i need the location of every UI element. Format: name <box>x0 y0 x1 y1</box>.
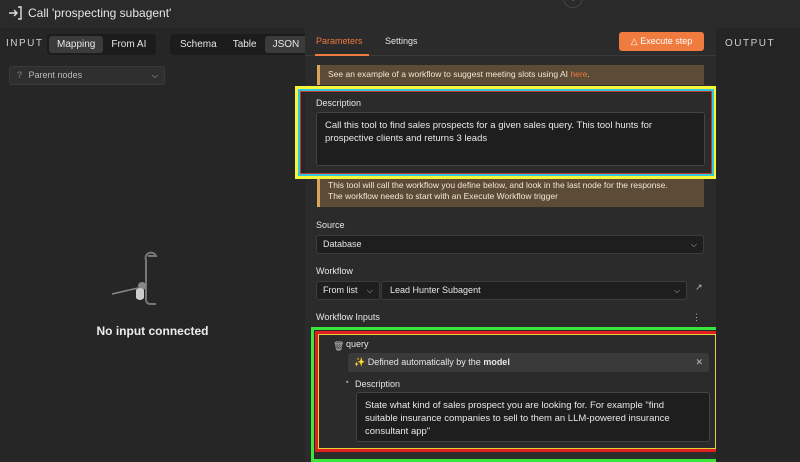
workflow-inputs-label: Workflow Inputs <box>316 312 380 322</box>
output-panel: OUTPUT <box>716 28 800 462</box>
empty-state-text: No input connected <box>96 324 209 338</box>
info-note-line-2: The workflow needs to start with an Exec… <box>328 191 558 201</box>
output-panel-label: OUTPUT <box>725 38 776 49</box>
parent-nodes-label: Parent nodes <box>28 70 83 80</box>
exit-icon[interactable] <box>7 5 23 21</box>
tip-text: See an example of a workflow to suggest … <box>328 69 571 79</box>
workflow-select[interactable]: Lead Hunter Subagent ⌵ <box>381 281 687 300</box>
source-value: Database <box>323 239 362 249</box>
view-toggle: Schema Table JSON <box>170 34 310 55</box>
title-bar: Call 'prospecting subagent' <box>0 0 800 28</box>
workflow-mode-value: From list <box>323 285 358 295</box>
no-input-illustration-icon <box>111 251 158 305</box>
tab-schema[interactable]: Schema <box>172 36 225 53</box>
tab-from-ai[interactable]: From AI <box>103 36 154 53</box>
chevron-down-icon: ⌵ <box>673 286 680 295</box>
workflow-mode-select[interactable]: From list ⌵ <box>316 281 380 300</box>
tab-parameters[interactable]: Parameters <box>316 36 363 46</box>
flask-icon: △ <box>630 36 638 46</box>
node-title: Call 'prospecting subagent' <box>28 6 172 20</box>
panel-tabs: Parameters Settings △ Execute step <box>305 28 716 56</box>
execute-step-button[interactable]: △ Execute step <box>619 32 704 51</box>
input-panel-label: INPUT <box>6 38 44 49</box>
example-tip: See an example of a workflow to suggest … <box>317 65 704 85</box>
input-panel: INPUT Mapping From AI Schema Table JSON … <box>0 28 310 462</box>
active-tab-indicator <box>315 54 369 56</box>
tip-end: . <box>587 69 590 79</box>
parent-nodes-select[interactable]: ? Parent nodes ⌵ <box>9 66 165 85</box>
info-note-line-1: This tool will call the workflow you def… <box>328 180 668 190</box>
workflow-label: Workflow <box>316 266 353 276</box>
help-icon: ? <box>17 70 23 80</box>
highlight-box <box>318 334 716 449</box>
source-label: Source <box>316 220 345 230</box>
tab-json[interactable]: JSON <box>264 36 308 53</box>
execute-step-label: Execute step <box>640 36 693 46</box>
tab-mapping[interactable]: Mapping <box>49 36 104 53</box>
more-options-icon[interactable]: ⋮ <box>692 312 701 323</box>
external-link-icon[interactable]: ↗ <box>695 282 703 293</box>
highlight-box <box>300 91 712 174</box>
mode-toggle: Mapping From AI <box>47 34 157 55</box>
source-select[interactable]: Database ⌵ <box>316 235 704 254</box>
tip-link[interactable]: here <box>570 69 587 79</box>
chevron-down-icon: ⌵ <box>151 71 158 80</box>
tab-settings[interactable]: Settings <box>385 36 418 46</box>
tab-table[interactable]: Table <box>225 36 265 53</box>
chevron-down-icon: ⌵ <box>690 240 697 249</box>
workflow-info-note: This tool will call the workflow you def… <box>317 176 704 207</box>
workflow-value: Lead Hunter Subagent <box>390 285 481 295</box>
chevron-down-icon: ⌵ <box>366 286 373 295</box>
